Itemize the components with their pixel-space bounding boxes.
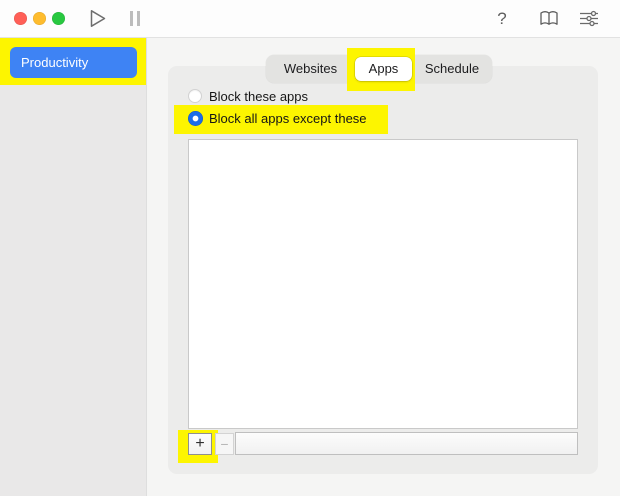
close-window-button[interactable] xyxy=(14,12,27,25)
window-toolbar: ? xyxy=(0,0,620,38)
minimize-window-button[interactable] xyxy=(33,12,46,25)
pause-icon xyxy=(130,11,133,26)
start-focus-button[interactable] xyxy=(87,8,109,29)
radio-block-all-apps-except-label[interactable]: Block all apps except these xyxy=(209,111,367,126)
sliders-icon xyxy=(578,9,600,28)
list-footer-bar xyxy=(235,432,578,455)
radio-block-these-apps[interactable] xyxy=(188,89,202,103)
profiles-sidebar: + − ? xyxy=(0,38,147,496)
toolbar-help-button[interactable]: ? xyxy=(493,7,511,31)
zoom-window-button[interactable] xyxy=(52,12,65,25)
remove-app-button[interactable]: − xyxy=(215,433,234,455)
play-icon xyxy=(87,8,109,29)
pause-button[interactable] xyxy=(129,11,142,26)
app-exception-list[interactable] xyxy=(188,139,578,429)
radio-block-all-apps-except[interactable] xyxy=(188,111,203,126)
open-book-icon xyxy=(539,9,559,28)
filters-button[interactable] xyxy=(578,9,600,28)
tab-schedule[interactable]: Schedule xyxy=(412,57,492,81)
tab-apps[interactable]: Apps xyxy=(355,57,412,81)
add-app-button[interactable]: + xyxy=(188,433,212,455)
tab-bar: Websites Apps Schedule xyxy=(266,55,492,83)
sidebar-item-productivity[interactable]: Productivity xyxy=(10,47,137,78)
library-button[interactable] xyxy=(539,9,559,28)
tab-websites[interactable]: Websites xyxy=(266,57,355,81)
radio-block-these-apps-label[interactable]: Block these apps xyxy=(209,89,308,104)
app-window: ? + − xyxy=(0,0,620,496)
